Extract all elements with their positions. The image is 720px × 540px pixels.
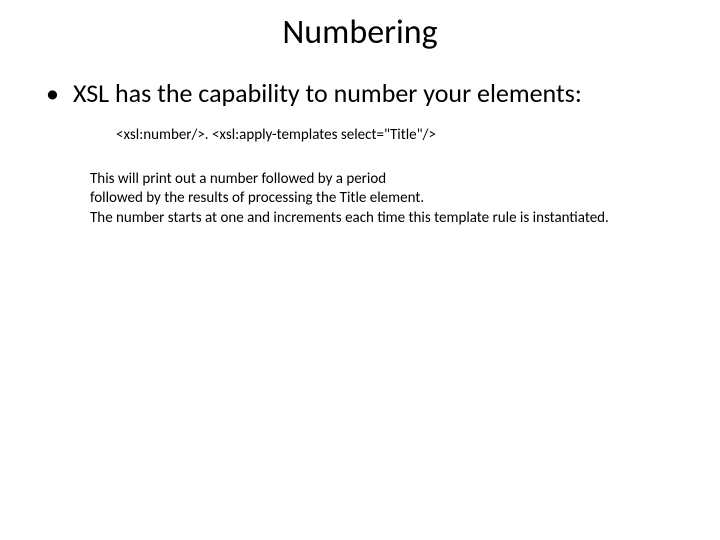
code-snippet: <xsl:number/>. <xsl:apply-templates sele… <box>116 126 680 144</box>
slide-container: Numbering • XSL has the capability to nu… <box>0 0 720 540</box>
bullet-item: • XSL has the capability to number your … <box>40 77 680 110</box>
bullet-marker: • <box>46 77 59 110</box>
bullet-text: XSL has the capability to number your el… <box>73 77 582 110</box>
slide-title: Numbering <box>40 12 680 53</box>
description-text: This will print out a number followed by… <box>90 170 670 229</box>
